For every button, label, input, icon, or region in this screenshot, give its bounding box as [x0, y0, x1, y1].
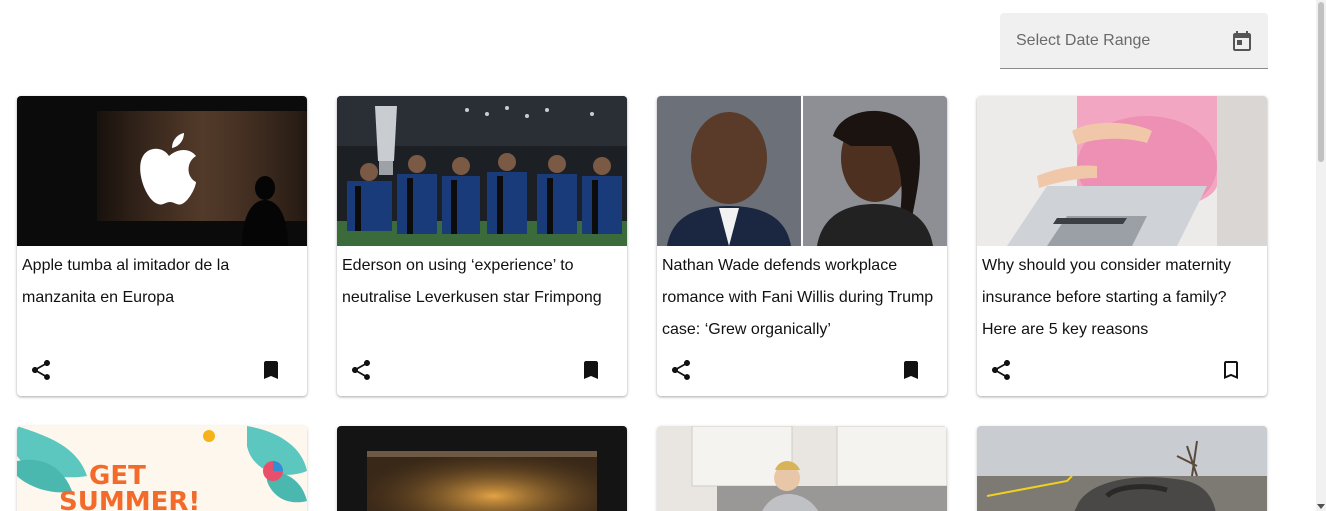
share-icon[interactable]	[669, 358, 693, 382]
article-image[interactable]: GET SUMMER!	[17, 426, 307, 511]
scrollbar-thumb[interactable]	[1318, 2, 1324, 162]
article-card[interactable]	[657, 426, 947, 511]
scroll-down-arrow-icon[interactable]	[1317, 504, 1325, 509]
article-image[interactable]	[337, 426, 627, 511]
article-card[interactable]	[977, 426, 1267, 511]
calendar-icon[interactable]	[1230, 29, 1254, 53]
vertical-scrollbar[interactable]	[1316, 0, 1326, 511]
bookmark-filled-icon[interactable]	[259, 358, 283, 382]
article-title[interactable]: Nathan Wade defends workplace romance wi…	[662, 250, 942, 346]
article-image[interactable]	[977, 426, 1267, 511]
article-image[interactable]	[977, 96, 1267, 246]
article-image[interactable]	[17, 96, 307, 246]
article-card[interactable]: Nathan Wade defends workplace romance wi…	[657, 96, 947, 396]
article-card[interactable]: GET SUMMER!	[17, 426, 307, 511]
article-title[interactable]: Apple tumba al imitador de la manzanita …	[22, 250, 302, 314]
bookmark-filled-icon[interactable]	[579, 358, 603, 382]
date-range-input[interactable]	[1016, 31, 1216, 50]
article-card[interactable]: Ederson on using ‘experience’ to neutral…	[337, 96, 627, 396]
banner-text-summer: SUMMER!	[59, 487, 200, 511]
share-icon[interactable]	[29, 358, 53, 382]
article-image[interactable]	[657, 426, 947, 511]
share-icon[interactable]	[989, 358, 1013, 382]
article-card[interactable]	[337, 426, 627, 511]
article-image[interactable]	[337, 96, 627, 246]
article-title[interactable]: Why should you consider maternity insura…	[982, 250, 1262, 346]
article-title[interactable]: Ederson on using ‘experience’ to neutral…	[342, 250, 622, 314]
article-card[interactable]: Why should you consider maternity insura…	[977, 96, 1267, 396]
article-card[interactable]: Apple tumba al imitador de la manzanita …	[17, 96, 307, 396]
date-range-field[interactable]	[1000, 13, 1268, 69]
bookmark-filled-icon[interactable]	[899, 358, 923, 382]
share-icon[interactable]	[349, 358, 373, 382]
article-image[interactable]	[657, 96, 947, 246]
bookmark-outline-icon[interactable]	[1219, 358, 1243, 382]
